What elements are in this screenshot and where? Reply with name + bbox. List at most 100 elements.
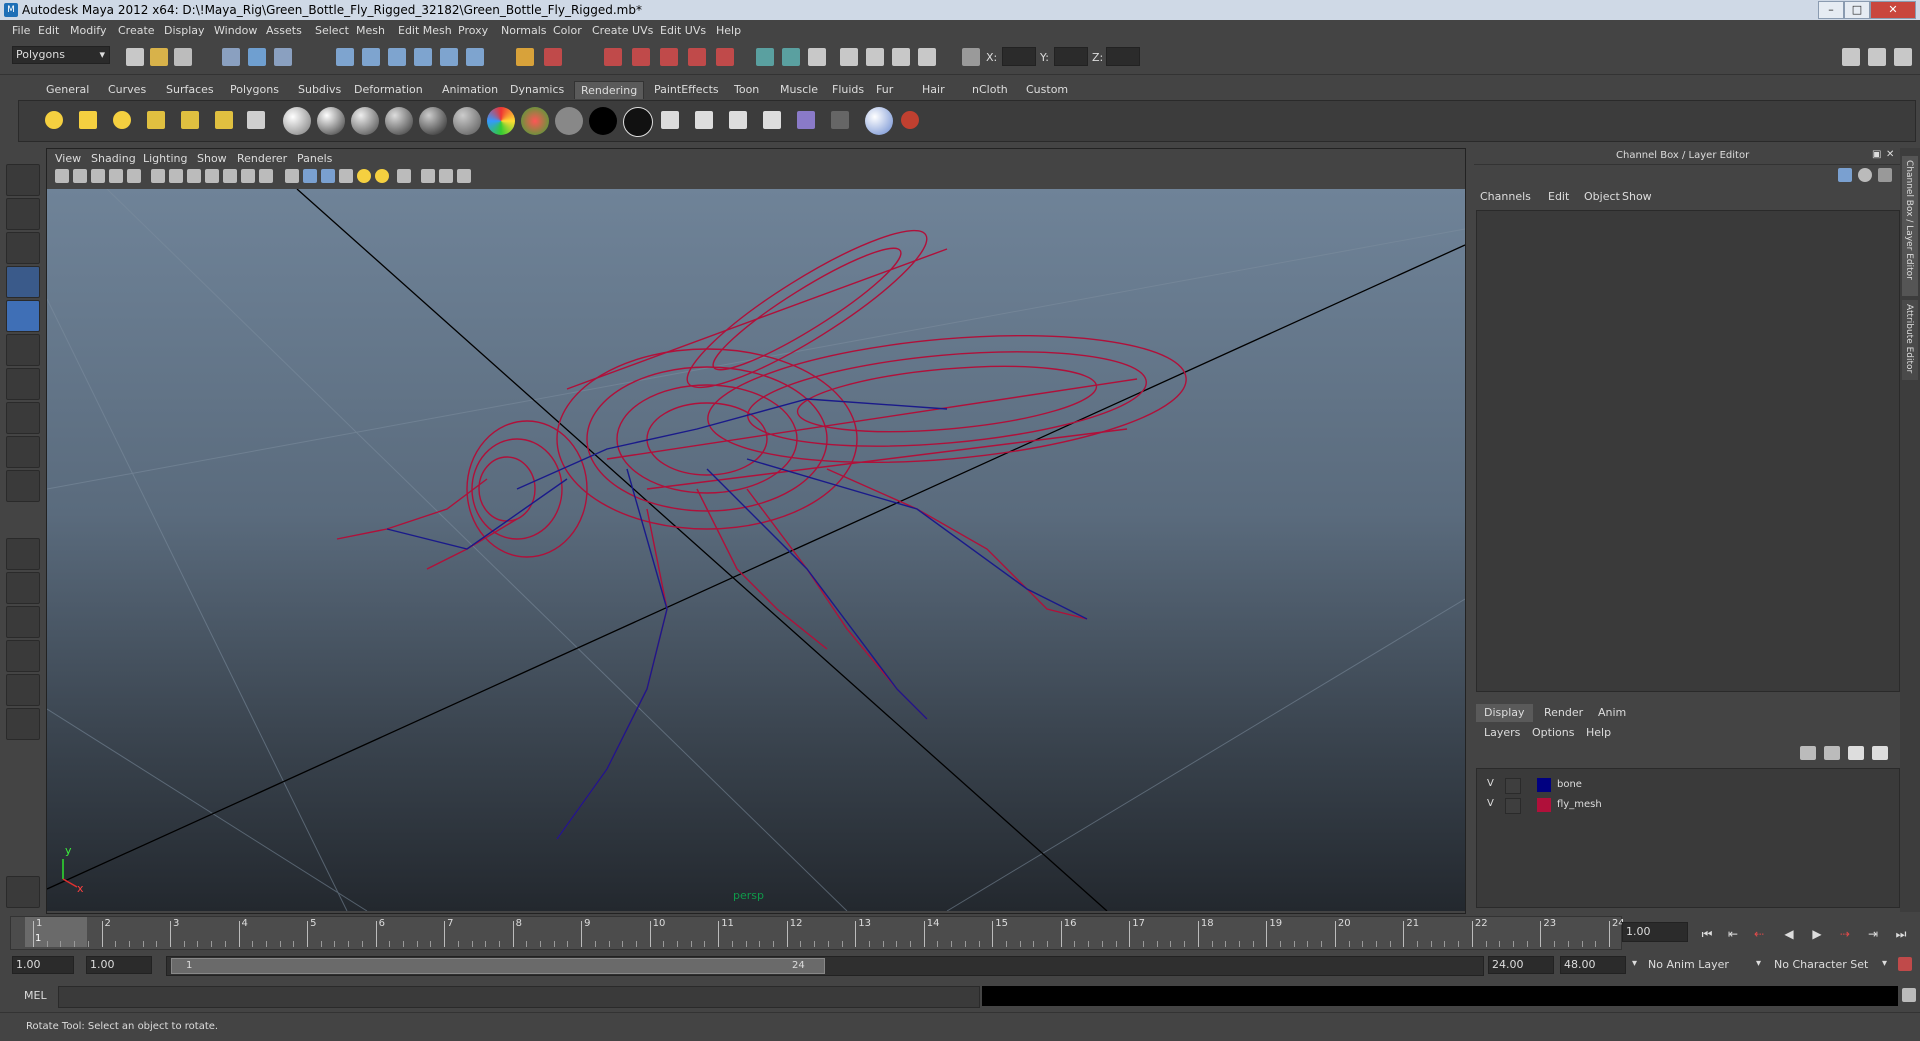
anisotropic-ball-icon[interactable] bbox=[419, 107, 447, 135]
wireframe-on-shaded-icon[interactable] bbox=[321, 169, 335, 183]
step-back-frame-icon[interactable]: ⇠ bbox=[1750, 926, 1768, 942]
tab-render[interactable]: Render bbox=[1536, 704, 1591, 722]
attribute-editor-toggle-icon[interactable] bbox=[808, 48, 826, 66]
move-layer-up-icon[interactable] bbox=[1800, 746, 1816, 760]
safe-action-icon[interactable] bbox=[241, 169, 255, 183]
tab-muscle[interactable]: Muscle bbox=[774, 81, 824, 98]
outliner-persp-graph-layout-icon[interactable] bbox=[6, 708, 40, 740]
tab-general[interactable]: General bbox=[40, 81, 95, 98]
shadows-icon[interactable] bbox=[375, 169, 389, 183]
show-manipulator-icon[interactable] bbox=[6, 436, 40, 468]
textured-icon[interactable] bbox=[339, 169, 353, 183]
ramp-shader-icon[interactable] bbox=[487, 107, 515, 135]
layer-row-bone[interactable]: V bone bbox=[1481, 777, 1891, 794]
select-component-icon[interactable] bbox=[274, 48, 292, 66]
save-scene-icon[interactable] bbox=[174, 48, 192, 66]
tab-fluids[interactable]: Fluids bbox=[826, 81, 870, 98]
x-field[interactable] bbox=[1002, 47, 1036, 66]
transform-constraint-icon[interactable] bbox=[962, 48, 980, 66]
edit-menu[interactable]: Edit bbox=[1548, 190, 1569, 203]
snap-grid-icon[interactable] bbox=[336, 48, 354, 66]
last-tool-icon[interactable] bbox=[6, 470, 40, 502]
new-scene-icon[interactable] bbox=[126, 48, 144, 66]
lambert-ball-icon[interactable] bbox=[283, 107, 311, 135]
channel-box-attributes-icon[interactable] bbox=[1858, 168, 1872, 182]
go-to-end-icon[interactable]: ⏭ bbox=[1892, 926, 1910, 942]
viewport-menu-view[interactable]: View bbox=[55, 152, 81, 165]
input-line-mode-icon[interactable] bbox=[782, 48, 800, 66]
universal-manipulator-icon[interactable] bbox=[6, 368, 40, 400]
viewport-menu-show[interactable]: Show bbox=[197, 152, 227, 165]
time-slider[interactable]: 1 1 2 3 4 5 6 7 8 9 10 11 12 13 14 15 16 17 18 19 20 21 22 23 2… bbox=[10, 916, 1625, 950]
go-to-start-icon[interactable]: ⏮ bbox=[1698, 926, 1716, 942]
batch-render-icon[interactable] bbox=[763, 111, 781, 129]
close-icon[interactable]: ✕ bbox=[1870, 1, 1916, 19]
tab-curves[interactable]: Curves bbox=[102, 81, 152, 98]
render-settings-icon[interactable] bbox=[660, 48, 678, 66]
layer-color-swatch[interactable] bbox=[1537, 798, 1551, 812]
play-forward-icon[interactable]: ▶ bbox=[1808, 926, 1826, 942]
channel-box-area[interactable] bbox=[1476, 210, 1900, 692]
tab-deformation[interactable]: Deformation bbox=[348, 81, 429, 98]
menu-create-uvs[interactable]: Create UVs bbox=[592, 24, 653, 37]
tool-settings-icon[interactable] bbox=[840, 48, 858, 66]
grid-icon[interactable] bbox=[151, 169, 165, 183]
viewport-menu-lighting[interactable]: Lighting bbox=[143, 152, 187, 165]
ipr-render-icon[interactable] bbox=[632, 48, 650, 66]
current-time-field[interactable]: 1.00 bbox=[1622, 922, 1688, 942]
create-layer-from-selected-icon[interactable] bbox=[1872, 746, 1888, 760]
menu-window[interactable]: Window bbox=[214, 24, 257, 37]
menu-modify[interactable]: Modify bbox=[70, 24, 106, 37]
persp-outliner-layout-icon[interactable] bbox=[6, 606, 40, 638]
menu-edit-mesh[interactable]: Edit Mesh bbox=[398, 24, 452, 37]
use-background-icon[interactable] bbox=[555, 107, 583, 135]
snap-plane-icon[interactable] bbox=[414, 48, 432, 66]
two-d-pan-icon[interactable] bbox=[127, 169, 141, 183]
move-tool-icon[interactable] bbox=[6, 266, 40, 298]
channel-box-view-icon[interactable] bbox=[1838, 168, 1852, 182]
tab-anim[interactable]: Anim bbox=[1590, 704, 1634, 722]
snap-view-icon[interactable] bbox=[466, 48, 484, 66]
menu-normals[interactable]: Normals bbox=[501, 24, 547, 37]
hair-tube-shader-icon[interactable] bbox=[623, 107, 653, 137]
chevron-down-icon[interactable]: ▾ bbox=[1882, 958, 1887, 969]
rotate-tool-icon[interactable] bbox=[6, 300, 40, 332]
step-forward-frame-icon[interactable]: ⇢ bbox=[1836, 926, 1854, 942]
wireframe-icon[interactable] bbox=[285, 169, 299, 183]
anim-layer-dropdown[interactable]: No Anim Layer bbox=[1648, 956, 1758, 974]
render-icon[interactable] bbox=[604, 48, 622, 66]
hypershade-shelf-icon[interactable] bbox=[797, 111, 815, 129]
menu-file[interactable]: File bbox=[12, 24, 30, 37]
smooth-shade-icon[interactable] bbox=[303, 169, 317, 183]
spot-light-icon[interactable] bbox=[147, 111, 165, 129]
phong-ball-icon[interactable] bbox=[351, 107, 379, 135]
start-time-field[interactable]: 1.00 bbox=[12, 956, 74, 974]
render-current-frame-icon[interactable] bbox=[661, 111, 679, 129]
tab-toon[interactable]: Toon bbox=[728, 81, 765, 98]
select-camera-icon[interactable] bbox=[55, 169, 69, 183]
paint-shader-icon[interactable] bbox=[865, 107, 893, 135]
tab-subdivs[interactable]: Subdivs bbox=[292, 81, 347, 98]
isolate-select-icon[interactable] bbox=[397, 169, 411, 183]
character-set-dropdown[interactable]: No Character Set bbox=[1774, 956, 1884, 974]
create-empty-layer-icon[interactable] bbox=[1848, 746, 1864, 760]
tab-surfaces[interactable]: Surfaces bbox=[160, 81, 220, 98]
float-panel-icon[interactable]: ▣ bbox=[1872, 149, 1881, 160]
viewport-menu-panels[interactable]: Panels bbox=[297, 152, 332, 165]
attribute-panel-icon[interactable] bbox=[1868, 48, 1886, 66]
object-menu[interactable]: Object bbox=[1584, 190, 1620, 203]
film-gate-icon[interactable] bbox=[169, 169, 183, 183]
select-hierarchy-icon[interactable] bbox=[222, 48, 240, 66]
tab-painteffects[interactable]: PaintEffects bbox=[648, 81, 725, 98]
paint-select-tool-icon[interactable] bbox=[6, 232, 40, 264]
menu-help[interactable]: Help bbox=[716, 24, 741, 37]
construction-history-icon[interactable] bbox=[544, 48, 562, 66]
snap-point-icon[interactable] bbox=[388, 48, 406, 66]
channel-box-tool-icon[interactable] bbox=[1878, 168, 1892, 182]
command-input[interactable] bbox=[58, 986, 980, 1008]
tab-custom[interactable]: Custom bbox=[1020, 81, 1074, 98]
volume-light-icon[interactable] bbox=[215, 111, 233, 129]
lock-icon[interactable] bbox=[516, 48, 534, 66]
viewport-menu-shading[interactable]: Shading bbox=[91, 152, 136, 165]
bookmark-icon[interactable] bbox=[91, 169, 105, 183]
